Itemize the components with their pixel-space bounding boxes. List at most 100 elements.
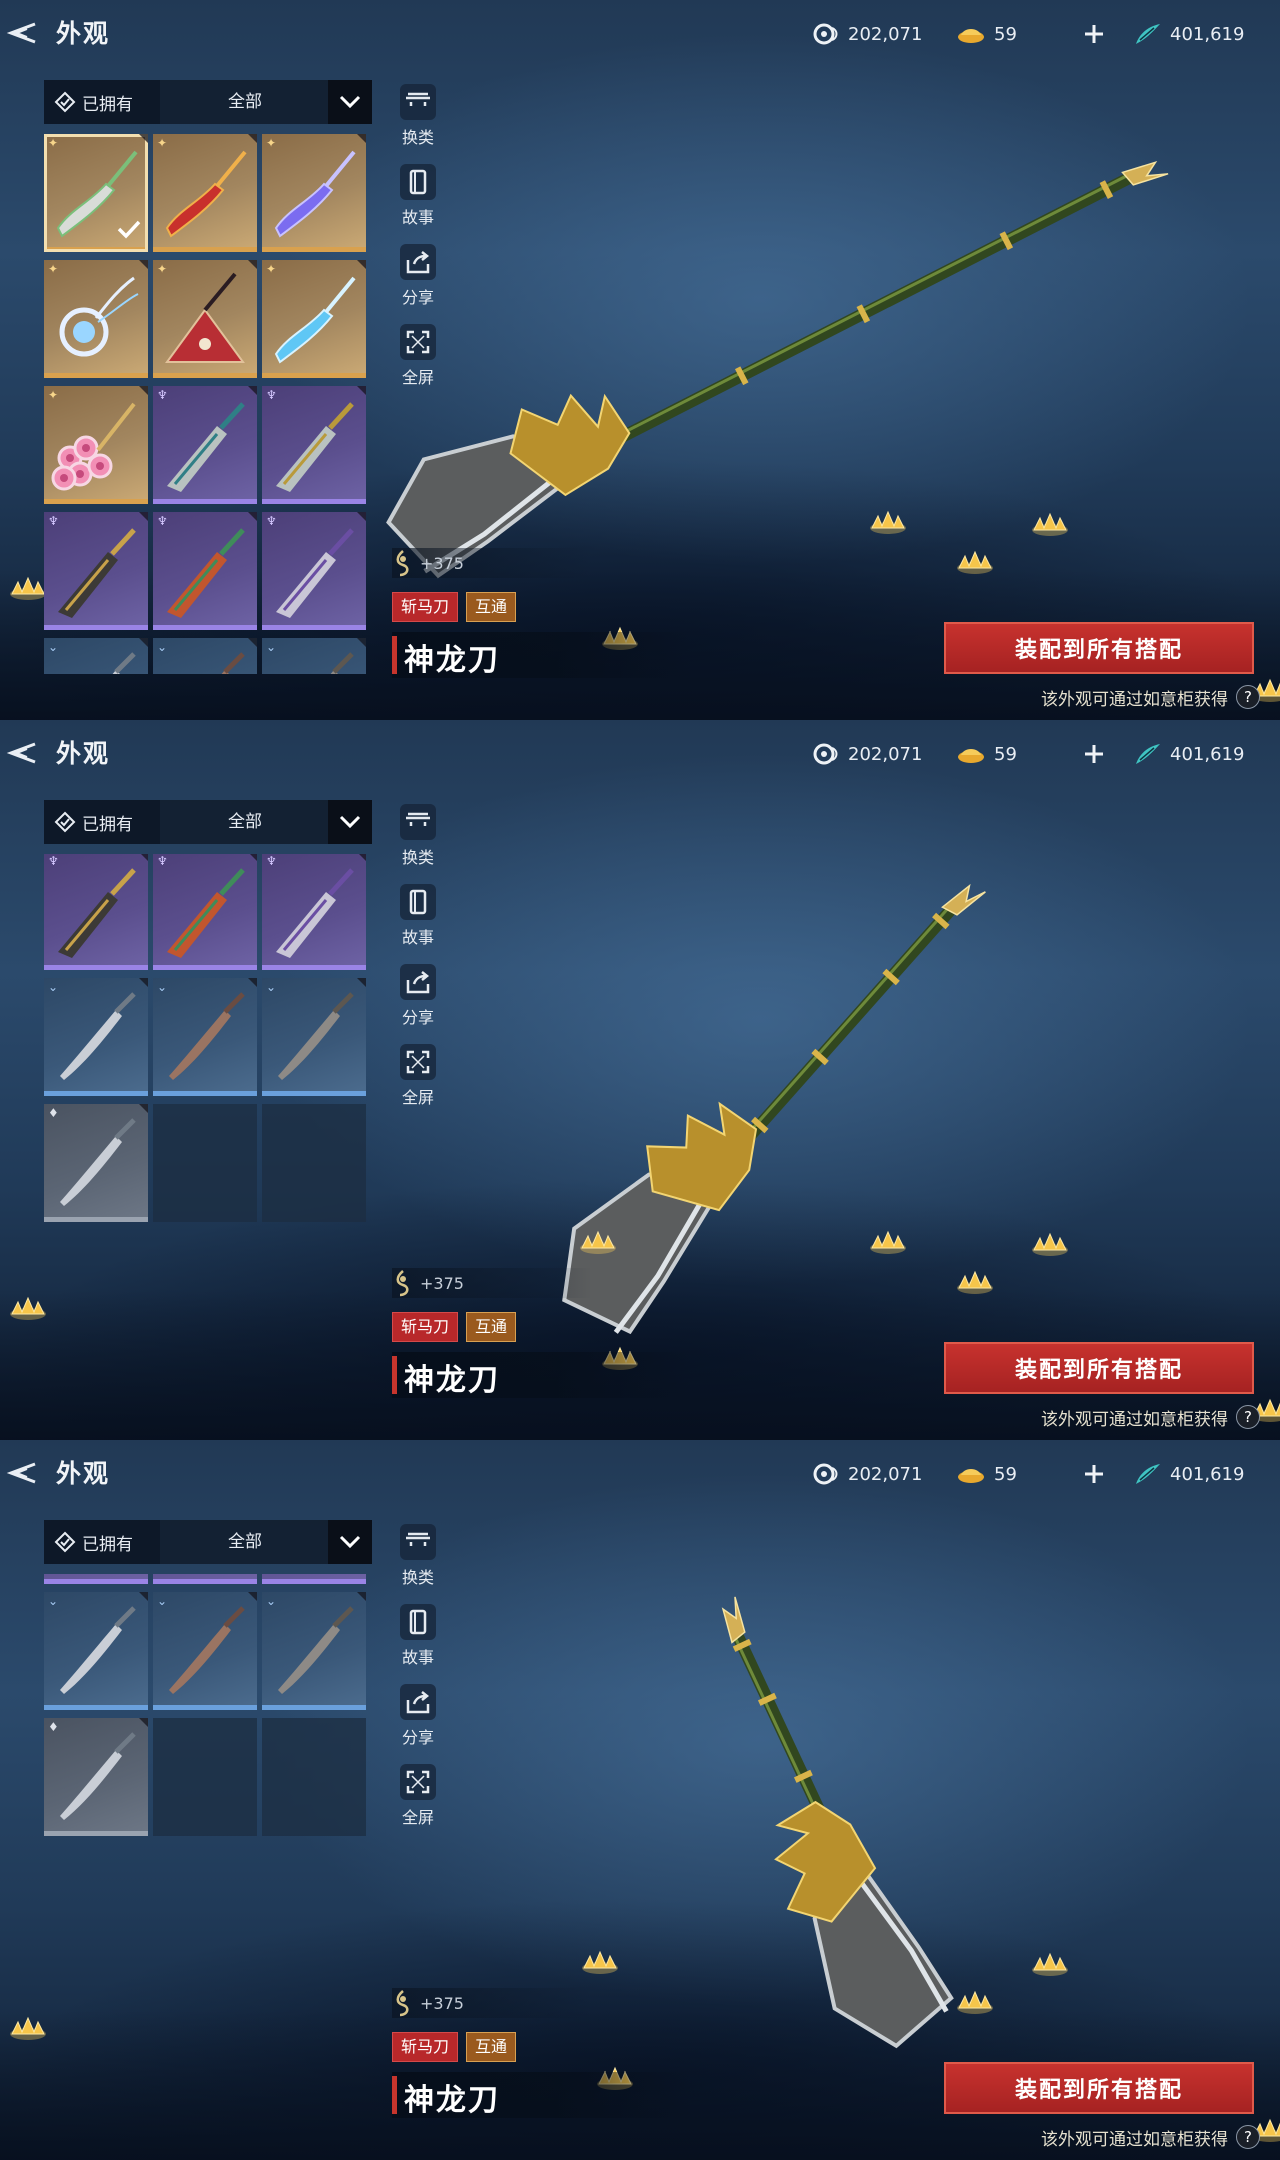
jade-amount: 202,071 xyxy=(848,743,923,765)
weapon-tags: 斩马刀 互通 xyxy=(392,2032,517,2062)
dropdown-toggle[interactable] xyxy=(328,1520,372,1564)
add-currency-button[interactable] xyxy=(1078,738,1110,770)
tile-corner-marker xyxy=(357,638,366,647)
equip-all-outfits-button[interactable]: 装配到所有搭配 xyxy=(944,2062,1254,2114)
appearance-tile[interactable]: ♆ xyxy=(44,1574,148,1584)
coins-amount: 401,619 xyxy=(1170,23,1245,45)
appearance-tile[interactable]: ⌄ xyxy=(44,978,148,1096)
appearance-grid[interactable]: ✦✦✦✦✦✦✦♆♆♆♆♆⌄⌄⌄♦ xyxy=(44,134,374,674)
weapon-thumbnail xyxy=(221,652,245,674)
share-button[interactable]: 分享 xyxy=(390,964,446,1034)
fullscreen-button[interactable]: 全屏 xyxy=(390,324,446,394)
power-value: +375 xyxy=(420,553,464,573)
back-button[interactable] xyxy=(2,1454,42,1492)
appearance-tile[interactable]: ⌄ xyxy=(262,978,366,1096)
share-icon xyxy=(400,964,436,1000)
jade-swirl-icon xyxy=(813,743,838,765)
lotus-lantern xyxy=(580,1948,620,1980)
category-dropdown[interactable]: 全部 xyxy=(160,800,372,844)
owned-filter-toggle[interactable]: 已拥有 xyxy=(44,80,160,124)
story-button[interactable]: 故事 xyxy=(390,1604,446,1674)
fullscreen-button[interactable]: 全屏 xyxy=(390,1764,446,1834)
fullscreen-icon xyxy=(400,1044,436,1080)
appearance-tile[interactable]: ⌄ xyxy=(153,1592,257,1710)
owned-filter-toggle[interactable]: 已拥有 xyxy=(44,800,160,844)
book-icon xyxy=(400,884,436,920)
appearance-tile[interactable]: ♆ xyxy=(153,386,257,504)
appearance-tile[interactable]: ⌄ xyxy=(262,638,366,674)
weapon-thumbnail xyxy=(50,1574,142,1576)
book-icon xyxy=(400,164,436,200)
fullscreen-icon xyxy=(400,1764,436,1800)
swap-category-button[interactable]: 换类 xyxy=(390,804,446,874)
appearance-tile[interactable]: ♆ xyxy=(153,854,257,970)
appearance-tile[interactable]: ✦ xyxy=(153,134,257,252)
appearance-tile[interactable]: ⌄ xyxy=(153,978,257,1096)
appearance-tile[interactable]: ♆ xyxy=(262,512,366,630)
lotus-lantern xyxy=(8,574,48,606)
appearance-tile[interactable]: ✦ xyxy=(44,386,148,504)
share-button-label: 分享 xyxy=(401,288,434,307)
appearance-tile[interactable]: ⌄ xyxy=(153,638,257,674)
dropdown-toggle[interactable] xyxy=(328,800,372,844)
source-text: 该外观可通过如意柜获得 xyxy=(1041,1409,1228,1430)
appearance-tile[interactable]: ✦ xyxy=(44,260,148,378)
currency-jade: 202,071 xyxy=(812,14,922,54)
story-button[interactable]: 故事 xyxy=(390,884,446,954)
fullscreen-button[interactable]: 全屏 xyxy=(390,1044,446,1114)
share-button[interactable]: 分享 xyxy=(390,244,446,314)
equip-all-outfits-button[interactable]: 装配到所有搭配 xyxy=(944,1342,1254,1394)
add-currency-button[interactable] xyxy=(1078,18,1110,50)
appearance-tile[interactable]: ♆ xyxy=(262,386,366,504)
category-dropdown[interactable]: 全部 xyxy=(160,80,372,124)
jade-amount: 202,071 xyxy=(848,1463,923,1485)
appearance-tile[interactable]: ✦ xyxy=(153,260,257,378)
tile-corner-marker xyxy=(139,134,148,143)
weapon-thumbnail xyxy=(276,868,354,958)
swap-category-button[interactable]: 换类 xyxy=(390,1524,446,1594)
power-swirl-icon xyxy=(396,1270,409,1297)
weapon-thumbnail xyxy=(51,402,136,491)
appearance-tile[interactable]: ♆ xyxy=(153,1574,257,1584)
appearance-tile[interactable]: ♆ xyxy=(262,854,366,970)
help-icon[interactable]: ? xyxy=(1236,1405,1260,1429)
appearance-tile[interactable]: ♦ xyxy=(44,1718,148,1836)
appearance-tile[interactable]: ⌄ xyxy=(262,1592,366,1710)
equip-all-outfits-button[interactable]: 装配到所有搭配 xyxy=(944,622,1254,674)
source-text: 该外观可通过如意柜获得 xyxy=(1041,2129,1228,2150)
appearance-tile[interactable]: ✦ xyxy=(262,260,366,378)
appearance-grid[interactable]: ✦✦✦✦✦✦✦♆♆♆♆♆⌄⌄⌄♦ xyxy=(44,854,374,1394)
appearance-screen: 外观202,07159401,619已拥有全部✦✦✦✦✦✦✦♆♆♆♆♆⌄⌄⌄♦换… xyxy=(0,1440,1280,2160)
filter-bar: 已拥有 全部 xyxy=(44,80,372,124)
fullscreen-button-label: 全屏 xyxy=(401,1088,434,1107)
weapon-thumbnail xyxy=(276,528,354,618)
appearance-tile[interactable]: ♆ xyxy=(262,1574,366,1584)
appearance-tile[interactable]: ♦ xyxy=(44,1104,148,1222)
currency-bar: 202,071 59 401,619 xyxy=(800,734,1260,774)
appearance-tile[interactable]: ✦ xyxy=(262,134,366,252)
story-button[interactable]: 故事 xyxy=(390,164,446,234)
appearance-tile[interactable]: ♆ xyxy=(44,512,148,630)
swap-category-button[interactable]: 换类 xyxy=(390,84,446,154)
help-icon[interactable]: ? xyxy=(1236,685,1260,709)
share-button[interactable]: 分享 xyxy=(390,1684,446,1754)
story-button-label: 故事 xyxy=(401,208,434,227)
owned-checkbox-icon xyxy=(54,1531,76,1553)
weapon-thumbnail xyxy=(167,402,245,492)
appearance-tile[interactable]: ⌄ xyxy=(44,1592,148,1710)
appearance-grid[interactable]: ✦✦✦✦✦✦✦♆♆♆♆♆⌄⌄⌄♦ xyxy=(44,1574,374,2114)
lotus-lantern xyxy=(955,1268,995,1300)
add-currency-button[interactable] xyxy=(1078,1458,1110,1490)
category-dropdown[interactable]: 全部 xyxy=(160,1520,372,1564)
ingot-amount: 59 xyxy=(994,1463,1017,1485)
appearance-tile[interactable]: ⌄ xyxy=(44,638,148,674)
appearance-tile[interactable]: ♆ xyxy=(153,512,257,630)
dropdown-toggle[interactable] xyxy=(328,80,372,124)
back-button[interactable] xyxy=(2,734,42,772)
back-button[interactable] xyxy=(2,14,42,52)
appearance-tile[interactable]: ✦ xyxy=(44,134,148,252)
appearance-tile[interactable]: ♆ xyxy=(44,854,148,970)
help-icon[interactable]: ? xyxy=(1236,2125,1260,2149)
owned-filter-toggle[interactable]: 已拥有 xyxy=(44,1520,160,1564)
gold-ingot-icon xyxy=(958,749,984,763)
